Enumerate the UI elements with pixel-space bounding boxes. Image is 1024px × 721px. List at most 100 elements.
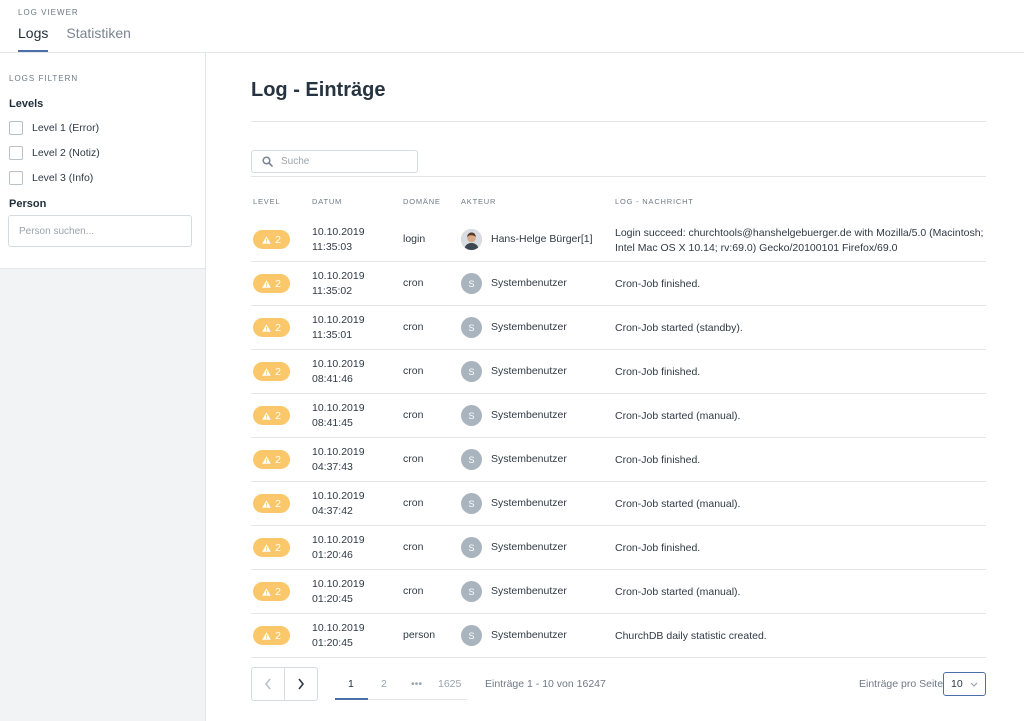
level-3-checkbox[interactable]	[9, 171, 23, 185]
table-row[interactable]: 2 10.10.2019 01:20:45 person S Systemben…	[251, 614, 986, 658]
table-row[interactable]: 2 10.10.2019 04:37:43 cron S Systembenut…	[251, 438, 986, 482]
log-message: ChurchDB daily statistic created.	[615, 630, 767, 642]
date-cell: 10.10.2019 04:37:42	[312, 489, 365, 519]
level-3-label: Level 3 (Info)	[32, 172, 94, 184]
actor-name[interactable]: Systembenutzer	[491, 409, 567, 421]
column-header-akteur[interactable]: AKTEUR	[461, 197, 496, 206]
date-cell: 10.10.2019 01:20:45	[312, 577, 365, 607]
chevron-right-icon	[298, 678, 305, 690]
level-3-filter[interactable]: Level 3 (Info)	[9, 171, 93, 185]
chevron-left-icon	[264, 678, 271, 690]
actor-name[interactable]: Systembenutzer	[491, 365, 567, 377]
table-row[interactable]: 2 10.10.2019 01:20:45 cron S Systembenut…	[251, 570, 986, 614]
table-row[interactable]: 2 10.10.2019 11:35:02 cron S Systembenut…	[251, 262, 986, 306]
actor-name[interactable]: Systembenutzer	[491, 629, 567, 641]
actor-name[interactable]: Systembenutzer	[491, 497, 567, 509]
actor-name[interactable]: Systembenutzer	[491, 585, 567, 597]
page-link-last[interactable]: 1625	[438, 678, 461, 690]
level-2-filter[interactable]: Level 2 (Notiz)	[9, 146, 100, 160]
date-cell: 10.10.2019 08:41:46	[312, 357, 365, 387]
warning-icon	[262, 323, 271, 332]
domain-cell: cron	[403, 365, 424, 377]
level-1-checkbox[interactable]	[9, 121, 23, 135]
date-text: 10.10.2019	[312, 534, 365, 546]
level-badge[interactable]: 2	[253, 626, 290, 645]
domain-cell: cron	[403, 585, 424, 597]
page-link-1[interactable]: 1	[348, 678, 354, 690]
level-value: 2	[275, 321, 281, 334]
column-header-domaene[interactable]: DOMÄNE	[403, 197, 441, 206]
time-text: 08:41:46	[312, 373, 353, 385]
level-badge[interactable]: 2	[253, 494, 290, 513]
filter-title: LOGS FILTERN	[9, 74, 79, 83]
person-search-input[interactable]	[8, 215, 192, 247]
level-badge[interactable]: 2	[253, 362, 290, 381]
actor-name[interactable]: Systembenutzer	[491, 321, 567, 333]
date-text: 10.10.2019	[312, 270, 365, 282]
tab-logs[interactable]: Logs	[18, 25, 49, 52]
level-badge[interactable]: 2	[253, 406, 290, 425]
level-badge[interactable]: 2	[253, 538, 290, 557]
app-header: LOG VIEWER Logs Statistiken	[0, 0, 1024, 53]
domain-cell: cron	[403, 409, 424, 421]
title-divider	[251, 121, 986, 122]
level-badge[interactable]: 2	[253, 582, 290, 601]
log-message: Cron-Job finished.	[615, 542, 701, 554]
level-badge[interactable]: 2	[253, 230, 290, 249]
table-row[interactable]: 2 10.10.2019 08:41:45 cron S Systembenut…	[251, 394, 986, 438]
table-row[interactable]: 2 10.10.2019 04:37:42 cron S Systembenut…	[251, 482, 986, 526]
tab-statistiken[interactable]: Statistiken	[66, 25, 131, 52]
search-input[interactable]	[281, 156, 411, 167]
warning-icon	[262, 367, 271, 376]
table-row[interactable]: 2 10.10.2019 11:35:03 login Hans-Helge B…	[251, 218, 986, 262]
warning-icon	[262, 455, 271, 464]
level-badge[interactable]: 2	[253, 318, 290, 337]
actor-name[interactable]: Systembenutzer	[491, 277, 567, 289]
level-2-checkbox[interactable]	[9, 146, 23, 160]
level-badge[interactable]: 2	[253, 274, 290, 293]
actor-name[interactable]: Hans-Helge Bürger[1]	[491, 233, 593, 245]
pagination-baseline	[368, 699, 467, 700]
domain-cell: cron	[403, 497, 424, 509]
page-link-2[interactable]: 2	[381, 678, 387, 690]
level-badge[interactable]: 2	[253, 450, 290, 469]
sidebar: LOGS FILTERN Levels Level 1 (Error) Leve…	[0, 53, 206, 721]
time-text: 01:20:45	[312, 593, 353, 605]
level-1-filter[interactable]: Level 1 (Error)	[9, 121, 99, 135]
log-message: Cron-Job started (manual).	[615, 586, 741, 598]
column-header-datum[interactable]: DATUM	[312, 197, 342, 206]
time-text: 01:20:46	[312, 549, 353, 561]
domain-cell: cron	[403, 277, 424, 289]
actor-name[interactable]: Systembenutzer	[491, 541, 567, 553]
column-header-nachricht[interactable]: LOG - NACHRICHT	[615, 197, 694, 206]
table-row[interactable]: 2 10.10.2019 01:20:46 cron S Systembenut…	[251, 526, 986, 570]
user-photo-icon	[461, 229, 482, 250]
levels-label: Levels	[9, 98, 44, 110]
date-cell: 10.10.2019 11:35:02	[312, 269, 365, 299]
per-page-label: Einträge pro Seite	[859, 678, 944, 690]
actor-name[interactable]: Systembenutzer	[491, 453, 567, 465]
table-row[interactable]: 2 10.10.2019 11:35:01 cron S Systembenut…	[251, 306, 986, 350]
date-cell: 10.10.2019 08:41:45	[312, 401, 365, 431]
log-message: Cron-Job finished.	[615, 366, 701, 378]
log-message: Cron-Job started (standby).	[615, 322, 743, 334]
per-page-value: 10	[951, 678, 963, 690]
search-box[interactable]	[251, 150, 418, 173]
column-header-level[interactable]: LEVEL	[253, 197, 280, 206]
domain-cell: login	[403, 233, 426, 245]
per-page-select[interactable]: 10	[943, 672, 986, 696]
level-value: 2	[275, 585, 281, 598]
next-page-button[interactable]	[284, 667, 318, 701]
avatar: S	[461, 625, 482, 646]
page-ellipsis[interactable]: •••	[411, 678, 422, 690]
previous-page-button[interactable]	[251, 667, 285, 701]
date-text: 10.10.2019	[312, 226, 365, 238]
date-cell: 10.10.2019 01:20:46	[312, 533, 365, 563]
level-value: 2	[275, 277, 281, 290]
date-cell: 10.10.2019 11:35:01	[312, 313, 365, 343]
app-title: LOG VIEWER	[18, 8, 79, 17]
table-row[interactable]: 2 10.10.2019 08:41:46 cron S Systembenut…	[251, 350, 986, 394]
time-text: 04:37:42	[312, 505, 353, 517]
warning-icon	[262, 543, 271, 552]
log-message: Cron-Job finished.	[615, 278, 701, 290]
